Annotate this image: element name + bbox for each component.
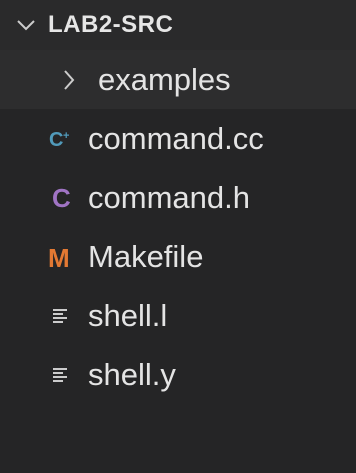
svg-text:C: C [52, 185, 71, 211]
svg-text:M: M [48, 244, 70, 270]
file-shell-y[interactable]: shell.y [0, 345, 356, 404]
file-explorer: LAB2-SRC examples C + command.cc C comma… [0, 0, 356, 473]
folder-label: examples [98, 61, 231, 97]
c-header-file-icon: C [48, 183, 74, 213]
makefile-icon: M [48, 242, 74, 272]
svg-text:C: C [49, 129, 63, 151]
explorer-root-title: LAB2-SRC [48, 11, 174, 38]
text-file-icon [48, 360, 74, 390]
file-command-h[interactable]: C command.h [0, 168, 356, 227]
text-file-icon [48, 301, 74, 331]
folder-examples[interactable]: examples [0, 50, 356, 109]
file-makefile[interactable]: M Makefile [0, 227, 356, 286]
file-label: shell.l [88, 297, 168, 333]
file-label: Makefile [88, 238, 204, 274]
file-shell-l[interactable]: shell.l [0, 286, 356, 345]
file-label: command.h [88, 179, 250, 215]
cpp-file-icon: C + [48, 124, 74, 154]
file-label: shell.y [88, 356, 176, 392]
svg-text:+: + [63, 130, 69, 142]
file-command-cc[interactable]: C + command.cc [0, 109, 356, 168]
chevron-right-icon[interactable] [58, 68, 80, 92]
chevron-down-icon[interactable] [14, 13, 38, 37]
explorer-root-header[interactable]: LAB2-SRC [0, 0, 356, 50]
file-label: command.cc [88, 120, 264, 156]
